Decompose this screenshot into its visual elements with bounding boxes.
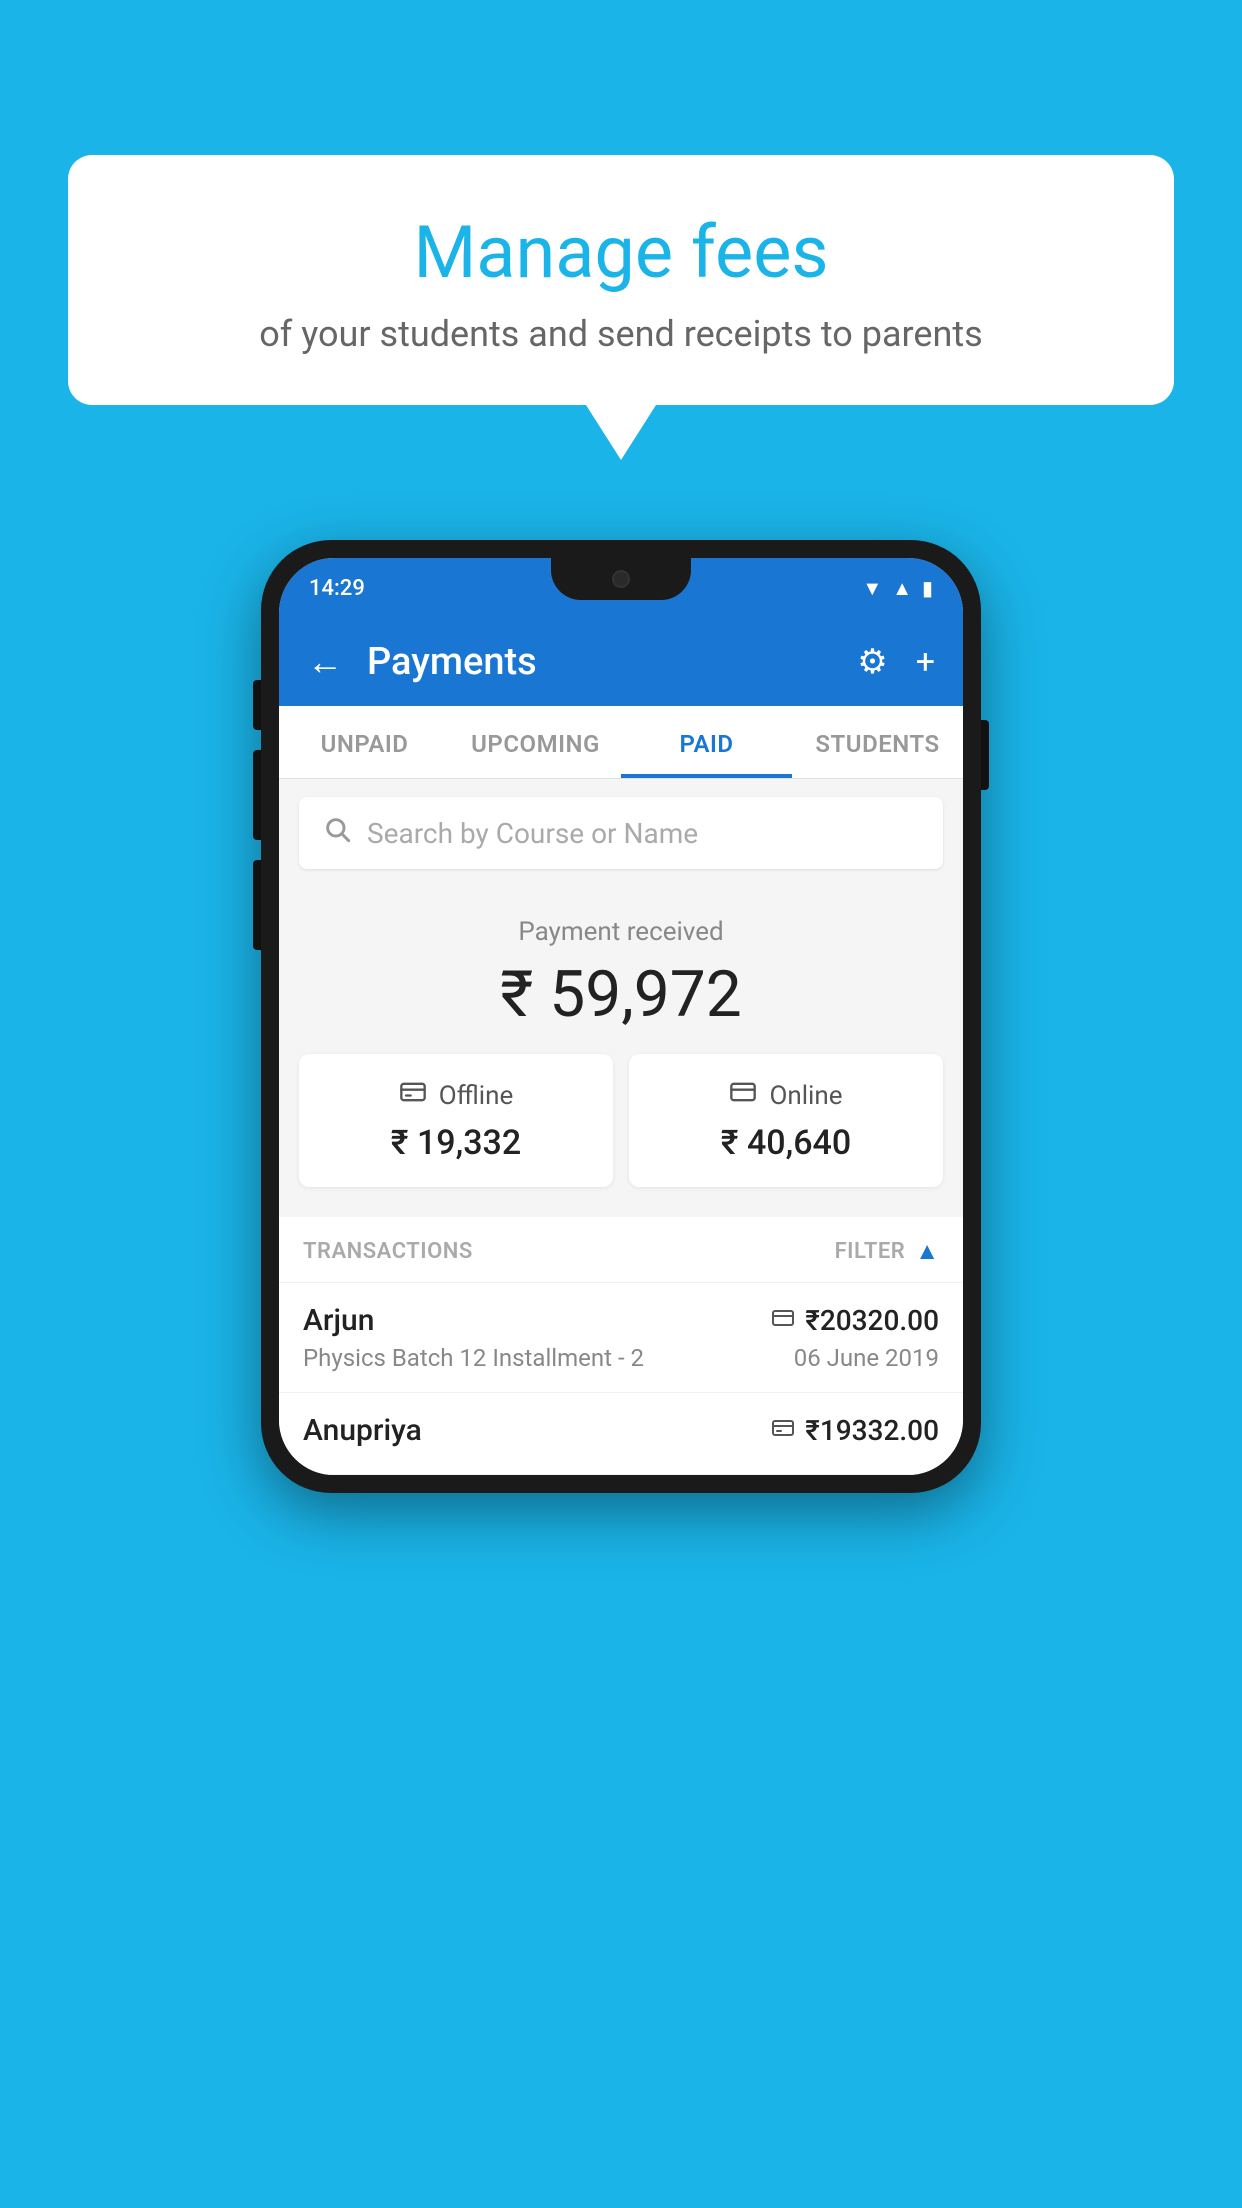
wifi-icon: ▼ xyxy=(862,576,882,601)
speech-bubble-title: Manage fees xyxy=(128,210,1114,295)
volume-down-button xyxy=(253,860,261,950)
online-card-header: Online xyxy=(649,1078,923,1113)
online-payment-icon xyxy=(729,1078,757,1113)
filter-label: FILTER xyxy=(835,1239,906,1264)
transaction-name-1: Arjun xyxy=(303,1303,374,1338)
offline-card-header: Offline xyxy=(319,1078,593,1113)
transaction-online-icon-1 xyxy=(771,1306,795,1336)
tab-students[interactable]: STUDENTS xyxy=(792,706,963,778)
transaction-course-1: Physics Batch 12 Installment - 2 xyxy=(303,1344,644,1372)
app-bar: ← Payments ⚙ + xyxy=(279,618,963,706)
offline-payment-icon xyxy=(399,1078,427,1113)
app-bar-actions: ⚙ + xyxy=(857,642,935,682)
transaction-amount-1: ₹20320.00 xyxy=(805,1304,939,1337)
offline-amount: ₹ 19,332 xyxy=(319,1123,593,1163)
transaction-row-2: Anupriya ₹19332.00 xyxy=(279,1393,963,1475)
add-icon[interactable]: + xyxy=(916,642,935,682)
filter-icon: ▲ xyxy=(915,1237,939,1266)
transaction-amount-container-1: ₹20320.00 xyxy=(771,1304,939,1337)
phone-outer: 14:29 ▼ ▲ ▮ ← Payments ⚙ + xyxy=(261,540,981,1493)
search-placeholder-text: Search by Course or Name xyxy=(367,817,698,850)
transaction-name-2: Anupriya xyxy=(303,1413,422,1448)
transactions-section: TRANSACTIONS FILTER ▲ Arjun xyxy=(279,1217,963,1475)
power-button xyxy=(981,720,989,790)
speech-bubble: Manage fees of your students and send re… xyxy=(68,155,1174,405)
status-time: 14:29 xyxy=(309,576,365,601)
tab-upcoming[interactable]: UPCOMING xyxy=(450,706,621,778)
offline-payment-card: Offline ₹ 19,332 xyxy=(299,1054,613,1187)
camera xyxy=(612,570,630,588)
search-icon xyxy=(323,815,351,851)
status-icons: ▼ ▲ ▮ xyxy=(862,576,933,601)
payment-cards-row: Offline ₹ 19,332 xyxy=(299,1054,943,1187)
transaction-offline-icon-2 xyxy=(771,1416,795,1446)
transactions-label: TRANSACTIONS xyxy=(303,1239,473,1264)
online-amount: ₹ 40,640 xyxy=(649,1123,923,1163)
silent-button xyxy=(253,680,261,730)
phone-screen: 14:29 ▼ ▲ ▮ ← Payments ⚙ + xyxy=(279,558,963,1475)
search-container: Search by Course or Name xyxy=(279,779,963,887)
payment-received-label: Payment received xyxy=(299,917,943,947)
transaction-amount-2: ₹19332.00 xyxy=(805,1414,939,1447)
tabs-container: UNPAID UPCOMING PAID STUDENTS xyxy=(279,706,963,779)
transaction-row-top-2: Anupriya ₹19332.00 xyxy=(303,1413,939,1448)
search-bar[interactable]: Search by Course or Name xyxy=(299,797,943,869)
offline-label: Offline xyxy=(439,1081,514,1111)
speech-bubble-container: Manage fees of your students and send re… xyxy=(68,155,1174,460)
volume-up-button xyxy=(253,750,261,840)
speech-bubble-tail xyxy=(586,405,656,460)
transaction-row: Arjun ₹20320.00 Physics xyxy=(279,1283,963,1393)
tab-paid[interactable]: PAID xyxy=(621,706,792,778)
transaction-row-bottom-1: Physics Batch 12 Installment - 2 06 June… xyxy=(303,1344,939,1372)
payment-total-amount: ₹ 59,972 xyxy=(299,957,943,1032)
transaction-date-1: 06 June 2019 xyxy=(794,1344,939,1372)
tab-unpaid[interactable]: UNPAID xyxy=(279,706,450,778)
status-bar: 14:29 ▼ ▲ ▮ xyxy=(279,558,963,618)
transaction-row-top-1: Arjun ₹20320.00 xyxy=(303,1303,939,1338)
speech-bubble-subtitle: of your students and send receipts to pa… xyxy=(128,313,1114,355)
online-label: Online xyxy=(769,1081,842,1111)
notch xyxy=(551,558,691,600)
phone-container: 14:29 ▼ ▲ ▮ ← Payments ⚙ + xyxy=(261,540,981,1493)
transaction-amount-container-2: ₹19332.00 xyxy=(771,1414,939,1447)
settings-icon[interactable]: ⚙ xyxy=(857,642,887,682)
online-payment-card: Online ₹ 40,640 xyxy=(629,1054,943,1187)
battery-icon: ▮ xyxy=(922,576,933,600)
signal-icon: ▲ xyxy=(892,576,912,601)
app-bar-title: Payments xyxy=(367,640,833,684)
filter-button[interactable]: FILTER ▲ xyxy=(835,1237,939,1266)
payment-received-section: Payment received ₹ 59,972 xyxy=(279,887,963,1217)
back-button[interactable]: ← xyxy=(307,641,343,683)
transactions-header: TRANSACTIONS FILTER ▲ xyxy=(279,1217,963,1283)
